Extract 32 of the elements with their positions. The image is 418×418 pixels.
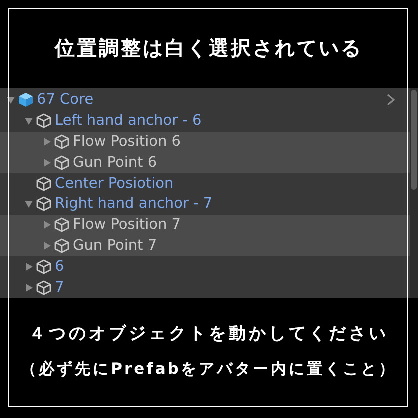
cube-outline-icon: [36, 176, 52, 192]
cube-outline-icon: [54, 238, 70, 254]
cube-outline-icon: [54, 154, 70, 171]
collapse-arrow-icon[interactable]: [24, 282, 34, 293]
cube-outline-icon: [36, 258, 52, 275]
collapse-arrow-icon[interactable]: [42, 136, 52, 147]
hierarchy-item[interactable]: Center Posiotion: [0, 173, 410, 194]
cube-outline-icon: [36, 113, 52, 130]
collapse-arrow-icon[interactable]: [42, 240, 52, 251]
hierarchy-item[interactable]: 7: [0, 277, 410, 298]
hierarchy-item[interactable]: Gun Point 7: [0, 236, 410, 256]
collapse-arrow-icon[interactable]: [42, 158, 52, 168]
cube-outline-icon: [54, 134, 70, 150]
collapse-arrow-icon[interactable]: [42, 220, 52, 230]
caption: ４つのオブジェクトを動かしてください: [29, 323, 389, 345]
hierarchy-item[interactable]: 67 Core: [0, 90, 410, 111]
hierarchy-item[interactable]: Right hand anchor - 7: [0, 194, 410, 215]
hierarchy-item[interactable]: Flow Position 7: [0, 214, 410, 236]
caption: 位置調整は白く選択されている: [55, 34, 363, 62]
hierarchy-item[interactable]: Gun Point 6: [0, 152, 410, 174]
collapse-arrow-icon[interactable]: [24, 262, 34, 272]
cube-outline-icon: [54, 217, 70, 234]
hierarchy-item[interactable]: 6: [0, 256, 410, 278]
cube-icon: [18, 92, 34, 108]
hierarchy-item[interactable]: Flow Position 6: [0, 132, 410, 152]
caption: （必ず先にPrefabをアバター内に置くこと）: [21, 359, 397, 380]
hierarchy-item[interactable]: Left hand anchor - 6: [0, 110, 410, 132]
cube-outline-icon: [36, 196, 52, 212]
cube-outline-icon: [36, 280, 52, 296]
expand-arrow-icon[interactable]: [6, 95, 16, 106]
scrollbar[interactable]: [410, 88, 418, 298]
chevron-right-icon[interactable]: [386, 93, 396, 108]
